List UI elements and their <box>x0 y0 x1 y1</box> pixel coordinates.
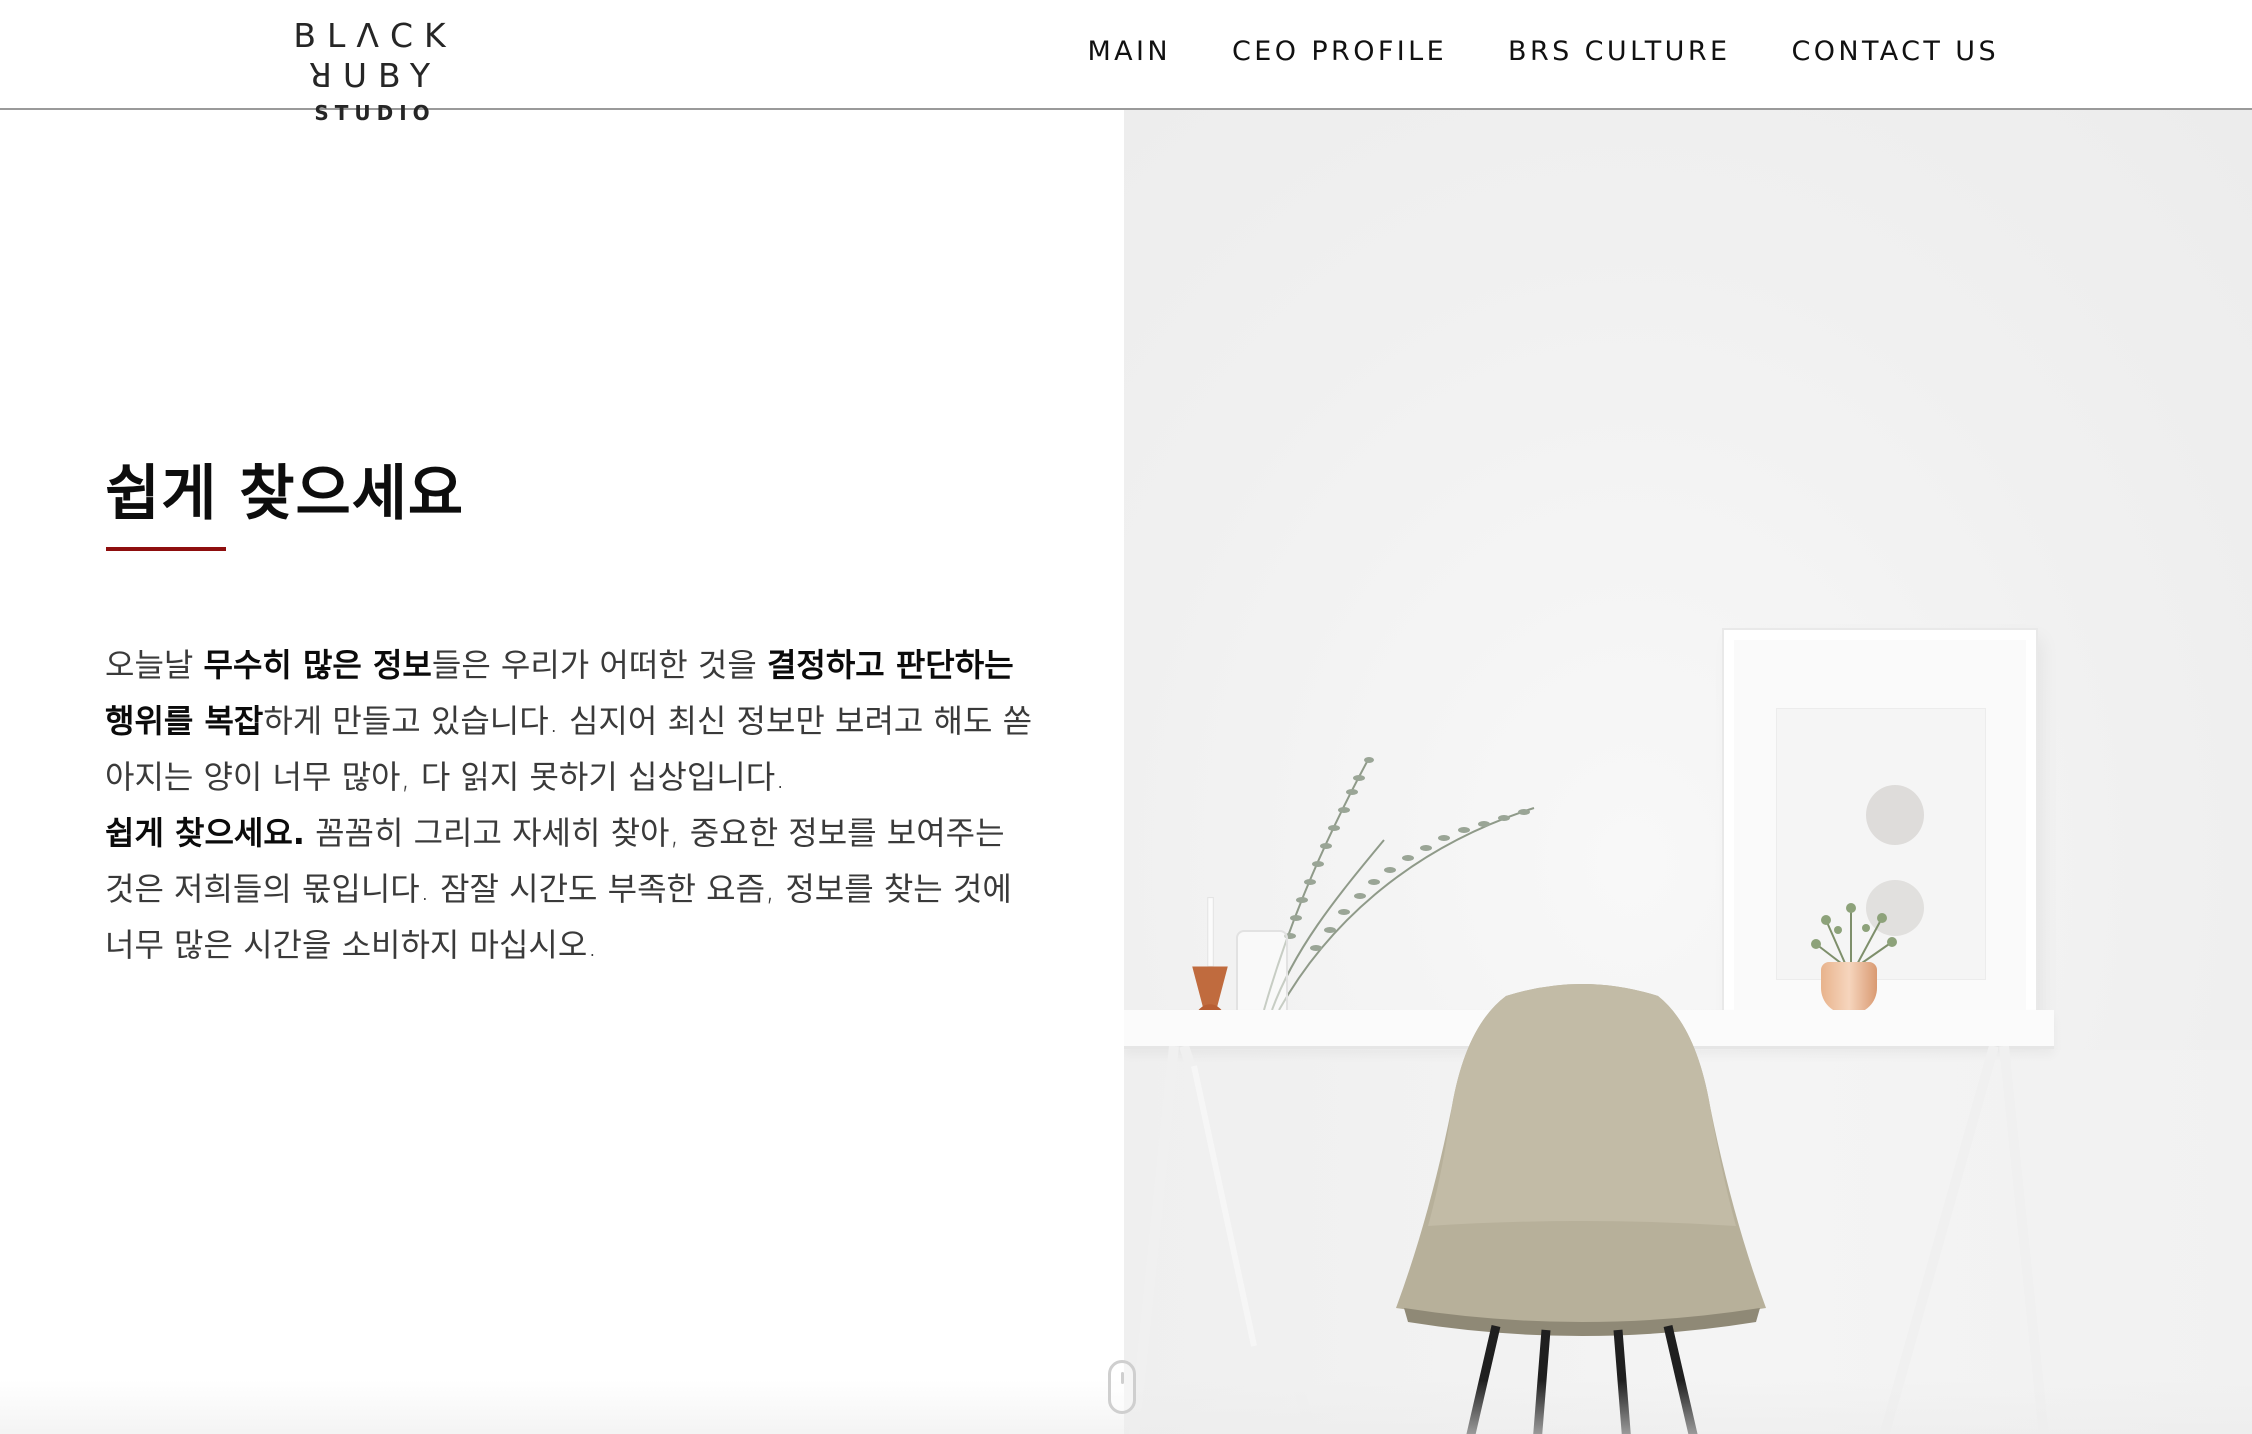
site-header: BLΛCK ꓤUBY STUDIO MAIN CEO PROFILE BRS C… <box>0 0 2252 125</box>
intro-paragraph: 오늘날 무수히 많은 정보들은 우리가 어떠한 것을 결정하고 판단하는 행위를… <box>105 637 1035 973</box>
intro-section: 쉽게 찾으세요 오늘날 무수히 많은 정보들은 우리가 어떠한 것을 결정하고 … <box>0 110 1124 1434</box>
potted-plant <box>1811 903 1897 970</box>
mouse-scroll-icon[interactable] <box>1108 1360 1136 1414</box>
logo-main-text: BLΛCK ꓤUBY <box>293 16 457 95</box>
nav-item-contact-us[interactable]: CONTACT US <box>1791 34 1999 70</box>
nav-item-main[interactable]: MAIN <box>1087 34 1171 70</box>
hero-image <box>1124 110 2252 1434</box>
chair <box>1396 984 1766 1434</box>
nav-item-ceo-profile[interactable]: CEO PROFILE <box>1232 34 1447 70</box>
eucalyptus-branches <box>1263 757 1535 1011</box>
paragraph-emphasis: 무수히 많은 정보 <box>203 646 432 684</box>
paragraph-text: 들은 우리가 어떠한 것을 <box>431 646 767 684</box>
paragraph-emphasis: 쉽게 찾으세요. <box>105 814 305 852</box>
glass-vase <box>1236 930 1288 1018</box>
section-title: 쉽게 찾으세요 <box>105 459 465 529</box>
scroll-wheel <box>1121 1372 1124 1384</box>
wall-art-frame <box>1724 630 2036 1030</box>
candle-holder <box>1192 897 1228 1014</box>
logo-sub-text: STUDIO <box>314 101 436 125</box>
title-underline <box>106 547 226 551</box>
logo[interactable]: BLΛCK ꓤUBY STUDIO <box>225 16 525 126</box>
paragraph-text: 오늘날 <box>105 646 204 684</box>
nav-item-brs-culture[interactable]: BRS CULTURE <box>1508 34 1730 70</box>
copper-plant-pot <box>1821 962 1877 1014</box>
wall-art-circle-top <box>1866 785 1924 845</box>
main-nav: MAIN CEO PROFILE BRS CULTURE CONTACT US <box>1087 34 1999 70</box>
